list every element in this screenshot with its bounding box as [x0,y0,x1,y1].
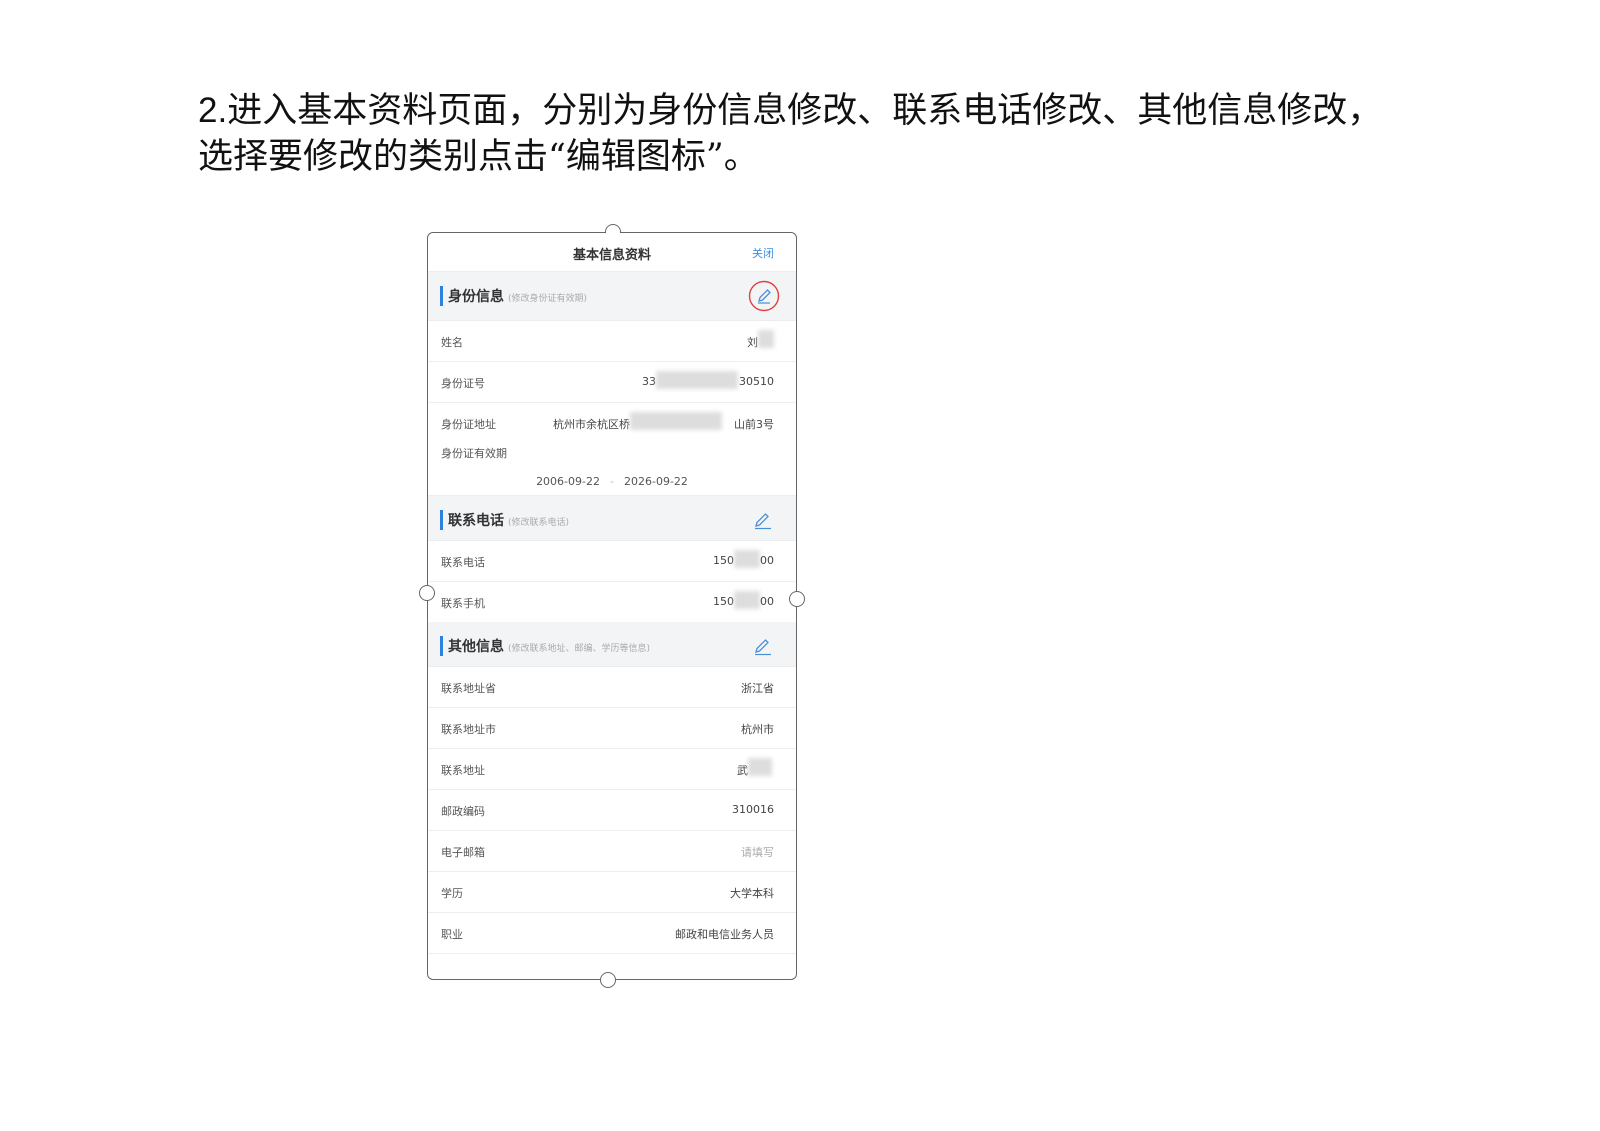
edit-pencil-icon[interactable] [752,635,774,657]
identity-title: 身份信息 [448,289,504,305]
idnum-label: 身份证号 [441,377,485,390]
instruction-text: 2.进入基本资料页面，分别为身份信息修改、联系电话修改、其他信息修改，选择要修改… [198,88,1398,180]
edit-pencil-icon[interactable] [752,509,774,531]
phone-hint: (修改联系电话) [508,518,570,528]
name-row: 姓名 刘 [428,321,796,362]
nav-bar: 基本信息资料 关闭 [428,233,796,272]
redaction-blur [758,330,774,348]
identity-hint: (修改身份证有效期) [508,294,588,304]
phone-screenshot: 基本信息资料 关闭 身份信息 (修改身份证有效期) 姓名 刘 身份证号 33 30… [419,224,805,988]
id-validity-range: 2006-09-22-2026-09-22 [428,475,796,488]
phone-section-header: 联系电话 (修改联系电话) [428,496,796,541]
section-accent-bar [440,286,443,306]
page-title: 基本信息资料 [572,248,651,263]
tel-row: 联系电话 150 00 [428,541,796,582]
valid-to-date: 2026-09-22 [623,475,688,488]
field-label: 联系地址市 [441,723,496,736]
idnum-suffix: 30510 [739,375,774,388]
crop-handle-bottom [600,972,616,988]
step-text: 进入基本资料页面，分别为身份信息修改、联系电话修改、其他信息修改，选择要修改的类… [198,91,1383,177]
phone-section-title: 联系电话 (修改联系电话) [448,510,569,530]
field-label: 电子邮箱 [441,846,485,859]
idnum-row: 身份证号 33 30510 [428,362,796,403]
field-value: 武 [737,764,748,777]
field-label: 学历 [441,887,463,900]
close-button[interactable]: 关闭 [752,245,774,261]
other-hint: (修改联系地址、邮编、学历等信息) [508,644,651,654]
field-value: 邮政和电信业务人员 [675,928,774,941]
id-validity-row: 身份证有效期 2006-09-22-2026-09-22 [428,443,796,496]
valid-from-date: 2006-09-22 [536,475,600,488]
field-label: 邮政编码 [441,805,485,818]
other-title: 其他信息 [448,639,504,655]
field-value: 310016 [732,803,774,816]
redaction-blur [656,371,738,389]
id-address-prefix: 杭州市余杭区桥 [553,418,630,431]
list-item: 学历 大学本科 [428,872,796,913]
list-item: 职业 邮政和电信业务人员 [428,913,796,954]
mobile-suffix: 00 [760,595,774,608]
phone-title: 联系电话 [448,513,504,529]
name-label: 姓名 [441,336,463,349]
tel-suffix: 00 [760,554,774,567]
redaction-blur [734,591,760,609]
field-value: 大学本科 [730,887,774,900]
list-item: 电子邮箱 请填写 [428,831,796,872]
mobile-prefix: 150 [713,595,734,608]
mobile-row: 联系手机 150 00 [428,582,796,622]
email-field: 请填写 [741,846,774,859]
section-accent-bar [440,636,443,656]
redaction-blur [748,758,772,776]
list-item: 联系地址 武 [428,749,796,790]
id-validity-label: 身份证有效期 [441,447,507,460]
redaction-blur [734,550,760,568]
other-section-title: 其他信息 (修改联系地址、邮编、学历等信息) [448,636,650,656]
field-value: 浙江省 [741,682,774,695]
id-address-label: 身份证地址 [441,418,496,431]
name-value: 刘 [747,336,758,349]
edit-pencil-icon[interactable] [748,280,780,312]
redaction-blur [630,412,722,430]
field-label: 联系地址 [441,764,485,777]
date-range-separator: - [610,475,614,488]
tel-label: 联系电话 [441,556,485,569]
identity-section-title: 身份信息 (修改身份证有效期) [448,286,587,306]
id-address-suffix: 山前3号 [734,418,774,431]
step-number: 2. [198,91,228,130]
other-section-header: 其他信息 (修改联系地址、邮编、学历等信息) [428,622,796,667]
list-item: 联系地址省 浙江省 [428,667,796,708]
mobile-label: 联系手机 [441,597,485,610]
id-address-row: 身份证地址 杭州市余杭区桥 山前3号 [428,403,796,443]
idnum-prefix: 33 [642,375,656,388]
identity-section-header: 身份信息 (修改身份证有效期) [428,272,796,321]
field-label: 联系地址省 [441,682,496,695]
list-item: 邮政编码 310016 [428,790,796,831]
field-value: 杭州市 [741,723,774,736]
field-label: 职业 [441,928,463,941]
section-accent-bar [440,510,443,530]
list-item: 联系地址市 杭州市 [428,708,796,749]
tel-prefix: 150 [713,554,734,567]
